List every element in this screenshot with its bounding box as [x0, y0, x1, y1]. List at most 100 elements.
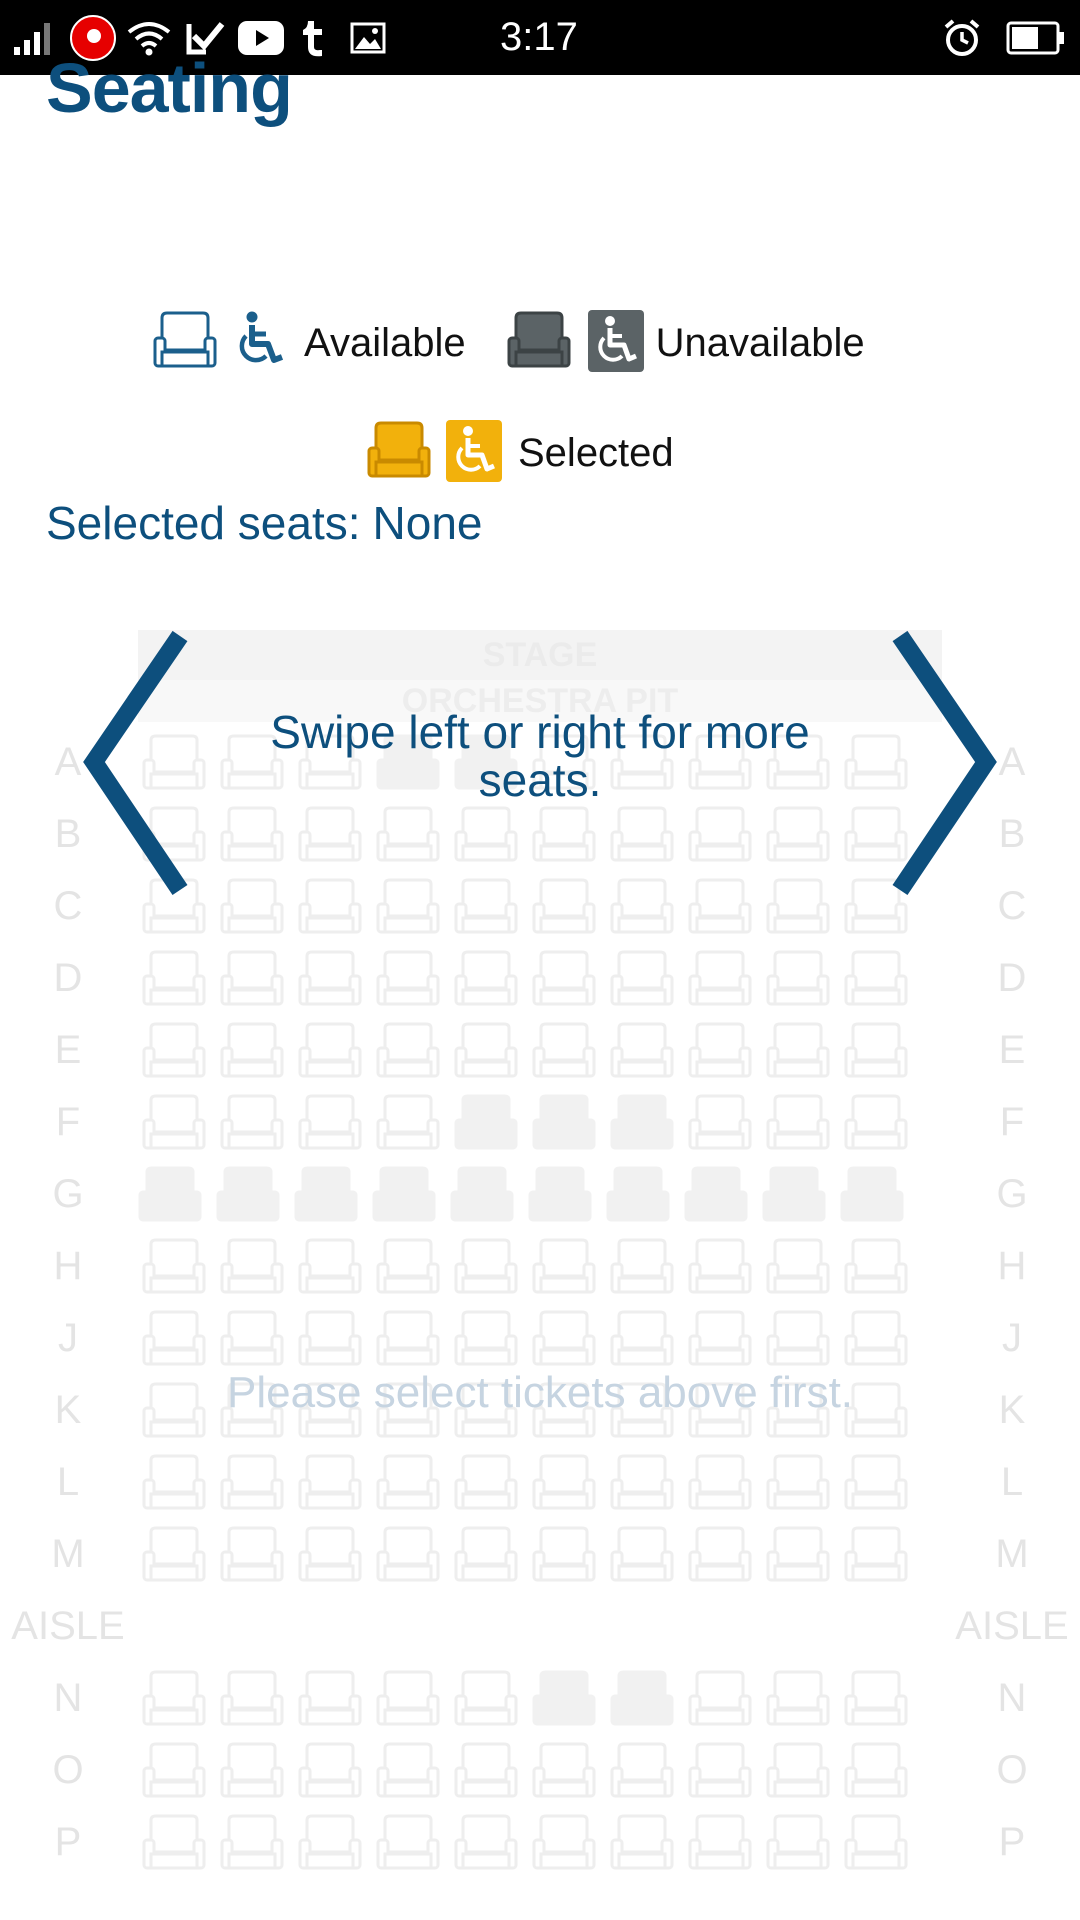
seat [610, 1094, 674, 1152]
available-label: Available [304, 321, 466, 365]
alarm-icon [942, 0, 982, 75]
seat [844, 1526, 908, 1584]
seat [142, 1238, 206, 1296]
seat [142, 1022, 206, 1080]
seat [294, 1166, 358, 1224]
row-label-right: D [997, 956, 1027, 1000]
seat [766, 1454, 830, 1512]
seat [610, 1742, 674, 1800]
seat [532, 1526, 596, 1584]
seat [454, 806, 518, 864]
seat [376, 1814, 440, 1872]
selected-seats-value: None [372, 497, 483, 549]
row-label-left: O [52, 1748, 84, 1792]
swipe-right-arrow-icon[interactable] [890, 628, 1000, 903]
row-label-right: P [998, 1820, 1026, 1864]
seat [688, 1670, 752, 1728]
seat [844, 1094, 908, 1152]
seat [688, 1814, 752, 1872]
seat [454, 1742, 518, 1800]
seat [766, 806, 830, 864]
selected-wheelchair-icon [446, 420, 502, 487]
tumblr-icon [300, 0, 326, 75]
swipe-left-arrow-icon[interactable] [80, 628, 190, 903]
row-label-right: G [996, 1172, 1028, 1216]
row-label-left: J [58, 1316, 78, 1360]
seat [220, 1742, 284, 1800]
seat [532, 1094, 596, 1152]
seat [454, 1526, 518, 1584]
gallery-icon [350, 0, 386, 75]
seat [454, 950, 518, 1008]
seat [220, 950, 284, 1008]
seat [454, 1310, 518, 1368]
seat [532, 950, 596, 1008]
seat [450, 1166, 514, 1224]
seat [688, 1526, 752, 1584]
seat [142, 1742, 206, 1800]
legend-available: Available Unavailable [152, 310, 865, 377]
seat [684, 1166, 748, 1224]
seat [454, 1094, 518, 1152]
seat [610, 878, 674, 936]
seat [220, 1310, 284, 1368]
seat [528, 1166, 592, 1224]
row-label-left: M [51, 1532, 85, 1576]
seat [844, 1670, 908, 1728]
seat [766, 1742, 830, 1800]
seat [844, 1238, 908, 1296]
seat [142, 1670, 206, 1728]
seat [610, 950, 674, 1008]
row-label-right: E [998, 1028, 1026, 1072]
seat [220, 1814, 284, 1872]
selected-seats-summary: Selected seats: None [46, 496, 483, 550]
selected-seats-label: Selected seats: [46, 497, 361, 549]
seat [454, 1670, 518, 1728]
seat [220, 1670, 284, 1728]
row-label-left: D [53, 956, 83, 1000]
row-label-left: F [55, 1100, 81, 1144]
seat [142, 1094, 206, 1152]
seat [532, 1814, 596, 1872]
seat [766, 878, 830, 936]
seat [688, 1742, 752, 1800]
seat [220, 806, 284, 864]
seat [216, 1166, 280, 1224]
seat [220, 1454, 284, 1512]
battery-icon [1006, 0, 1066, 75]
seat [376, 1742, 440, 1800]
seat [220, 1526, 284, 1584]
row-label-left: L [56, 1460, 80, 1504]
row-label-left: H [53, 1244, 83, 1288]
seat [532, 1310, 596, 1368]
seat [142, 1526, 206, 1584]
seat [376, 1670, 440, 1728]
clock-time: 3:17 [500, 15, 578, 59]
seat [844, 1454, 908, 1512]
seat [766, 1526, 830, 1584]
row-label-left: G [52, 1172, 84, 1216]
seat [376, 878, 440, 936]
aisle-label-right: AISLE [955, 1604, 1069, 1648]
seat [454, 1022, 518, 1080]
seat [376, 1238, 440, 1296]
seat [298, 1238, 362, 1296]
seat [688, 1094, 752, 1152]
seat [142, 950, 206, 1008]
seat [840, 1166, 904, 1224]
seat [844, 1742, 908, 1800]
seat [844, 950, 908, 1008]
seat [532, 806, 596, 864]
seat [376, 1454, 440, 1512]
seat [220, 1238, 284, 1296]
row-label-left: P [54, 1820, 82, 1864]
seat [376, 1310, 440, 1368]
seat [298, 1814, 362, 1872]
seat [376, 1526, 440, 1584]
seat [298, 806, 362, 864]
selected-seat-icon [366, 420, 432, 487]
seat [610, 1814, 674, 1872]
seat [532, 1742, 596, 1800]
seat [454, 878, 518, 936]
seat [688, 1310, 752, 1368]
